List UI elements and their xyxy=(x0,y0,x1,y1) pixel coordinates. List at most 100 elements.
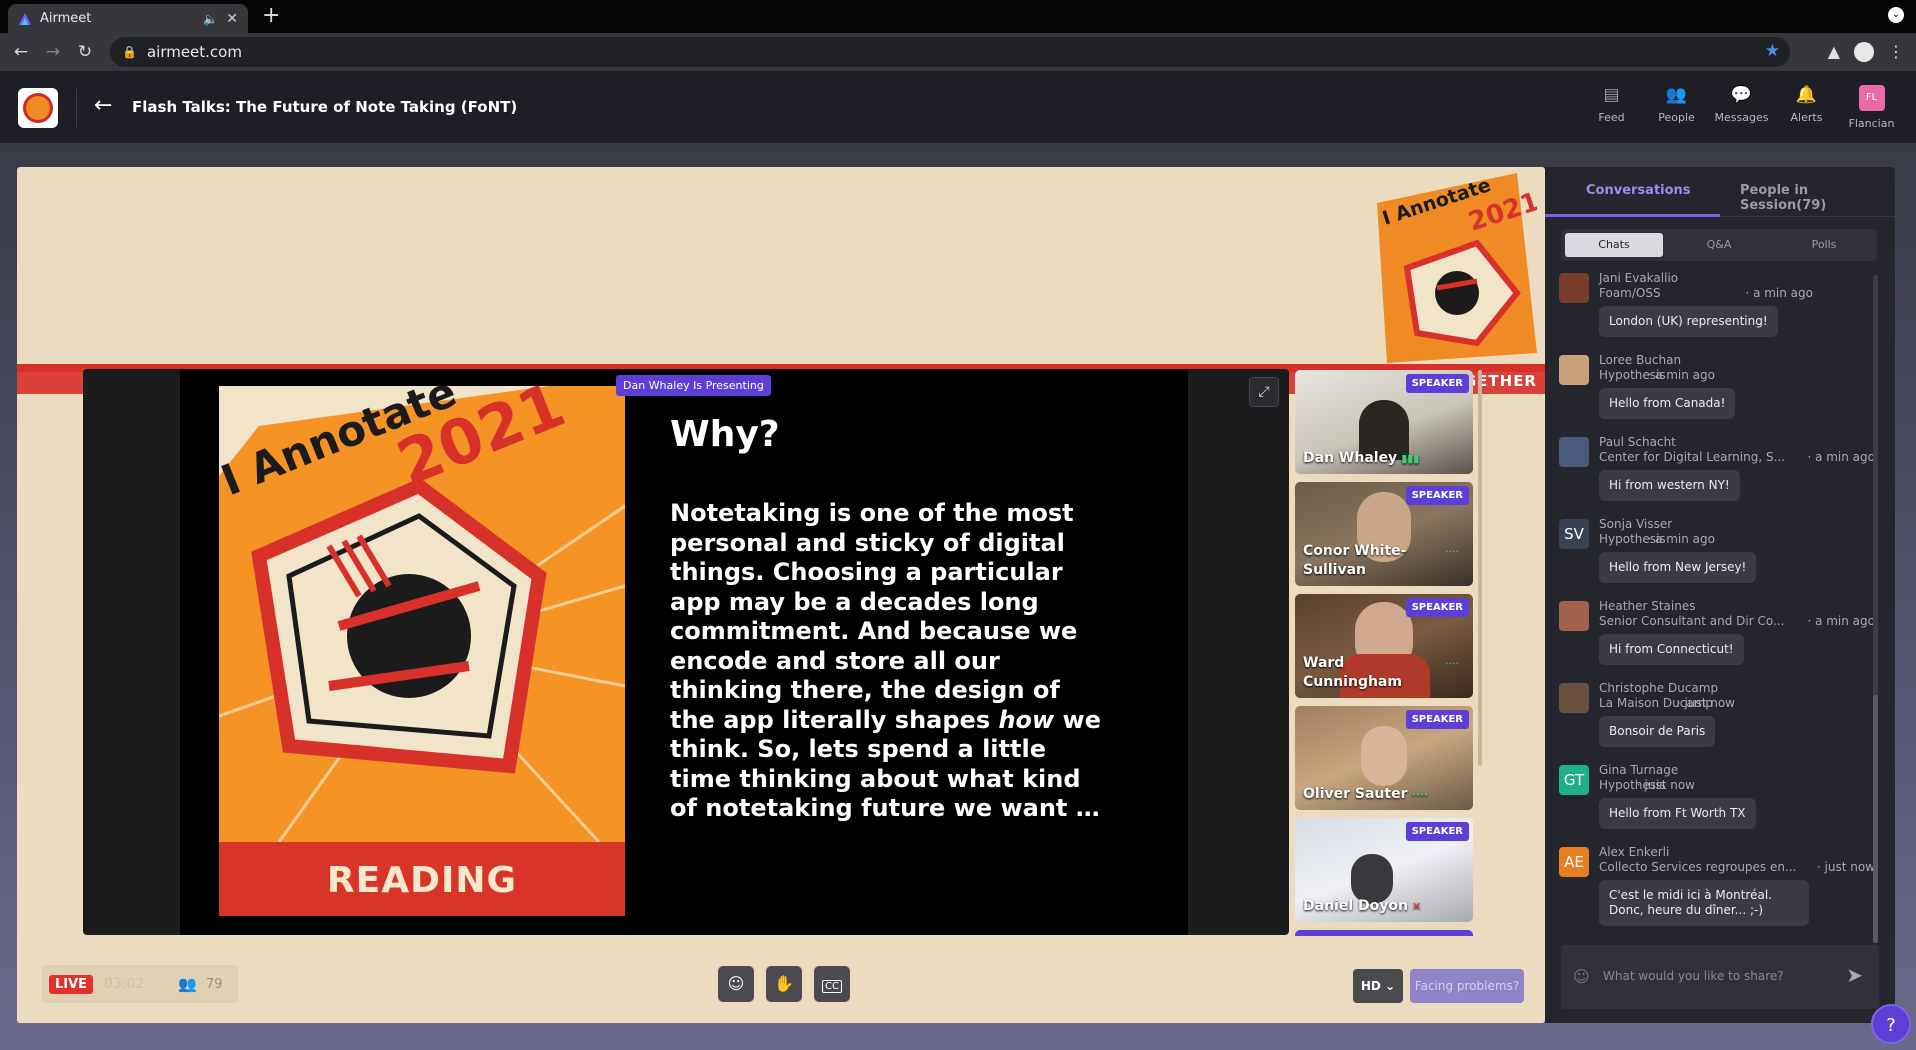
tab-people-in-session[interactable]: People in Session(79) xyxy=(1740,183,1895,213)
chat-author[interactable]: Christophe Ducamp xyxy=(1599,681,1718,695)
nav-people-label: People xyxy=(1658,111,1695,124)
nav-messages[interactable]: 💬 Messages xyxy=(1709,85,1774,130)
slide-body: Notetaking is one of the most personal a… xyxy=(670,499,1110,824)
avatar: FL xyxy=(1858,85,1885,111)
speaker-name-text: Conor White-Sullivan xyxy=(1303,543,1407,578)
back-arrow-icon[interactable]: ← xyxy=(94,93,112,118)
back-icon[interactable]: ← xyxy=(10,42,32,62)
avatar[interactable] xyxy=(1559,355,1589,385)
speaker-tile-dan-whaley[interactable]: SPEAKER Dan Whaley ▮▮▮ xyxy=(1295,370,1473,474)
speaker-tile-ward[interactable]: SPEAKER Ward Cunningham ···· xyxy=(1295,594,1473,698)
avatar[interactable] xyxy=(1559,683,1589,713)
speaker-badge: SPEAKER xyxy=(1405,486,1469,505)
panel-tabs: Conversations People in Session(79) xyxy=(1545,167,1895,217)
chat-org: Senior Consultant and Dir Co... xyxy=(1599,614,1785,628)
speaker-badge: SPEAKER xyxy=(1405,598,1469,617)
bell-icon: 🔔 xyxy=(1795,85,1818,105)
facing-problems-button[interactable]: Facing problems? xyxy=(1410,969,1524,1003)
tab-search-icon[interactable]: ⌄ xyxy=(1888,7,1904,23)
avatar[interactable]: GT xyxy=(1559,765,1589,795)
chat-author[interactable]: Alex Enkerli xyxy=(1599,845,1669,859)
chevron-down-icon: ⌄ xyxy=(1385,979,1396,993)
chat-author[interactable]: Gina Turnage xyxy=(1599,763,1678,777)
speaker-tile-oliver[interactable]: SPEAKER Oliver Sauter ···· xyxy=(1295,706,1473,810)
quality-label: HD xyxy=(1360,979,1381,993)
chat-time: · a min ago xyxy=(1807,450,1875,464)
send-icon[interactable]: ➤ xyxy=(1846,963,1863,987)
header-nav: ▤ Feed 👥 People 💬 Messages 🔔 Alerts FL F… xyxy=(1579,85,1904,130)
bookmark-star-icon[interactable]: ★ xyxy=(1765,41,1780,61)
chat-bubble: Hi from western NY! xyxy=(1599,470,1740,501)
lock-icon: 🔒 xyxy=(122,45,137,59)
chat-org: Foam/OSS xyxy=(1599,286,1661,300)
speaker-list-scrollbar[interactable] xyxy=(1478,370,1482,766)
avatar[interactable] xyxy=(1559,437,1589,467)
chat-input[interactable] xyxy=(1603,965,1823,987)
extension-icon[interactable]: ▲ xyxy=(1828,42,1840,62)
slide-heading: Why? xyxy=(670,414,780,455)
live-timer: 03:02 xyxy=(104,976,145,992)
avatar[interactable]: SV xyxy=(1559,519,1589,549)
chat-time: · a min ago xyxy=(1745,286,1813,300)
chat-author[interactable]: Sonja Visser xyxy=(1599,517,1672,531)
nav-alerts[interactable]: 🔔 Alerts xyxy=(1774,85,1839,130)
speaker-name: Dan Whaley ▮▮▮ xyxy=(1303,449,1453,468)
close-tab-icon[interactable]: ✕ xyxy=(226,11,238,27)
reaction-emoji-button[interactable]: ☺ xyxy=(718,966,754,1002)
reload-icon[interactable]: ↻ xyxy=(74,42,96,62)
mic-level-icon: ···· xyxy=(1445,545,1459,558)
nav-feed-label: Feed xyxy=(1598,111,1625,124)
nav-feed[interactable]: ▤ Feed xyxy=(1579,85,1644,130)
avatar[interactable]: AE xyxy=(1559,847,1589,877)
chat-bubble: Hi from Connecticut! xyxy=(1599,634,1744,665)
avatar[interactable] xyxy=(1559,601,1589,631)
i-annotate-corner-logo: I Annotate 2021 xyxy=(1377,173,1537,363)
live-status: LIVE 03:02 👥 79 xyxy=(42,965,238,1003)
expand-icon: ⤢ xyxy=(1258,384,1270,400)
fullscreen-button[interactable]: ⤢ xyxy=(1249,377,1279,407)
viewer-count: 79 xyxy=(206,977,223,992)
speaker-tile-next[interactable] xyxy=(1295,930,1473,936)
chat-bubble: London (UK) representing! xyxy=(1599,306,1778,337)
speaker-tile-daniel[interactable]: SPEAKER Daniel Doyon ✕ xyxy=(1295,818,1473,922)
subtab-qa[interactable]: Q&A xyxy=(1670,233,1768,257)
feed-icon: ▤ xyxy=(1603,85,1620,105)
browser-menu-icon[interactable]: ⋮ xyxy=(1888,42,1904,62)
quality-select[interactable]: HD ⌄ xyxy=(1353,969,1403,1003)
chat-author[interactable]: Paul Schacht xyxy=(1599,435,1676,449)
speaker-name: Daniel Doyon ✕ xyxy=(1303,897,1453,916)
speaker-audio-icon[interactable]: 🔈 xyxy=(203,12,218,26)
url-field[interactable]: 🔒 airmeet.com ★ xyxy=(110,37,1790,67)
nav-profile[interactable]: FL Flancian xyxy=(1839,85,1904,130)
chat-bubble: Bonsoir de Paris xyxy=(1599,716,1716,747)
raise-hand-button[interactable]: ✋ xyxy=(766,966,802,1002)
main-video: I Annotate 2021 READING TOGETHER Why? xyxy=(83,369,1289,935)
chat-author[interactable]: Loree Buchan xyxy=(1599,353,1681,367)
event-logo[interactable] xyxy=(18,88,58,128)
chat-scrollbar-thumb[interactable] xyxy=(1873,695,1878,943)
nav-people[interactable]: 👥 People xyxy=(1644,85,1709,130)
url-text: airmeet.com xyxy=(146,43,242,61)
new-tab-button[interactable]: + xyxy=(262,4,280,28)
speaker-tile-conor[interactable]: SPEAKER Conor White-Sullivan ···· xyxy=(1295,482,1473,586)
subtab-polls[interactable]: Polls xyxy=(1775,233,1873,257)
chat-author[interactable]: Heather Staines xyxy=(1599,599,1695,613)
help-button[interactable]: ? xyxy=(1871,1004,1911,1044)
chat-org: Center for Digital Learning, S... xyxy=(1599,450,1786,464)
tab-conversations[interactable]: Conversations xyxy=(1586,183,1691,198)
address-bar: ← → ↻ 🔒 airmeet.com ★ ▲ ⋮ xyxy=(0,33,1916,71)
mic-level-icon: ···· xyxy=(1411,788,1429,801)
chat-bubble: C'est le midi ici à Montréal. Donc, heur… xyxy=(1599,880,1809,926)
tab-title: Airmeet xyxy=(40,11,92,26)
speaker-name-text: Dan Whaley xyxy=(1303,450,1398,466)
chat-author[interactable]: Jani Evakallio xyxy=(1599,271,1678,285)
forward-icon[interactable]: → xyxy=(42,42,64,62)
emoji-picker-icon[interactable]: ☺ xyxy=(1573,967,1590,986)
subtab-chats[interactable]: Chats xyxy=(1565,233,1663,257)
browser-tab[interactable]: Airmeet 🔈 ✕ xyxy=(8,4,248,33)
speaker-name: Conor White-Sullivan xyxy=(1303,542,1423,580)
captions-button[interactable]: CC xyxy=(814,966,850,1002)
avatar[interactable] xyxy=(1559,273,1589,303)
profile-icon[interactable] xyxy=(1854,42,1874,62)
session-title: Flash Talks: The Future of Note Taking (… xyxy=(132,98,518,116)
